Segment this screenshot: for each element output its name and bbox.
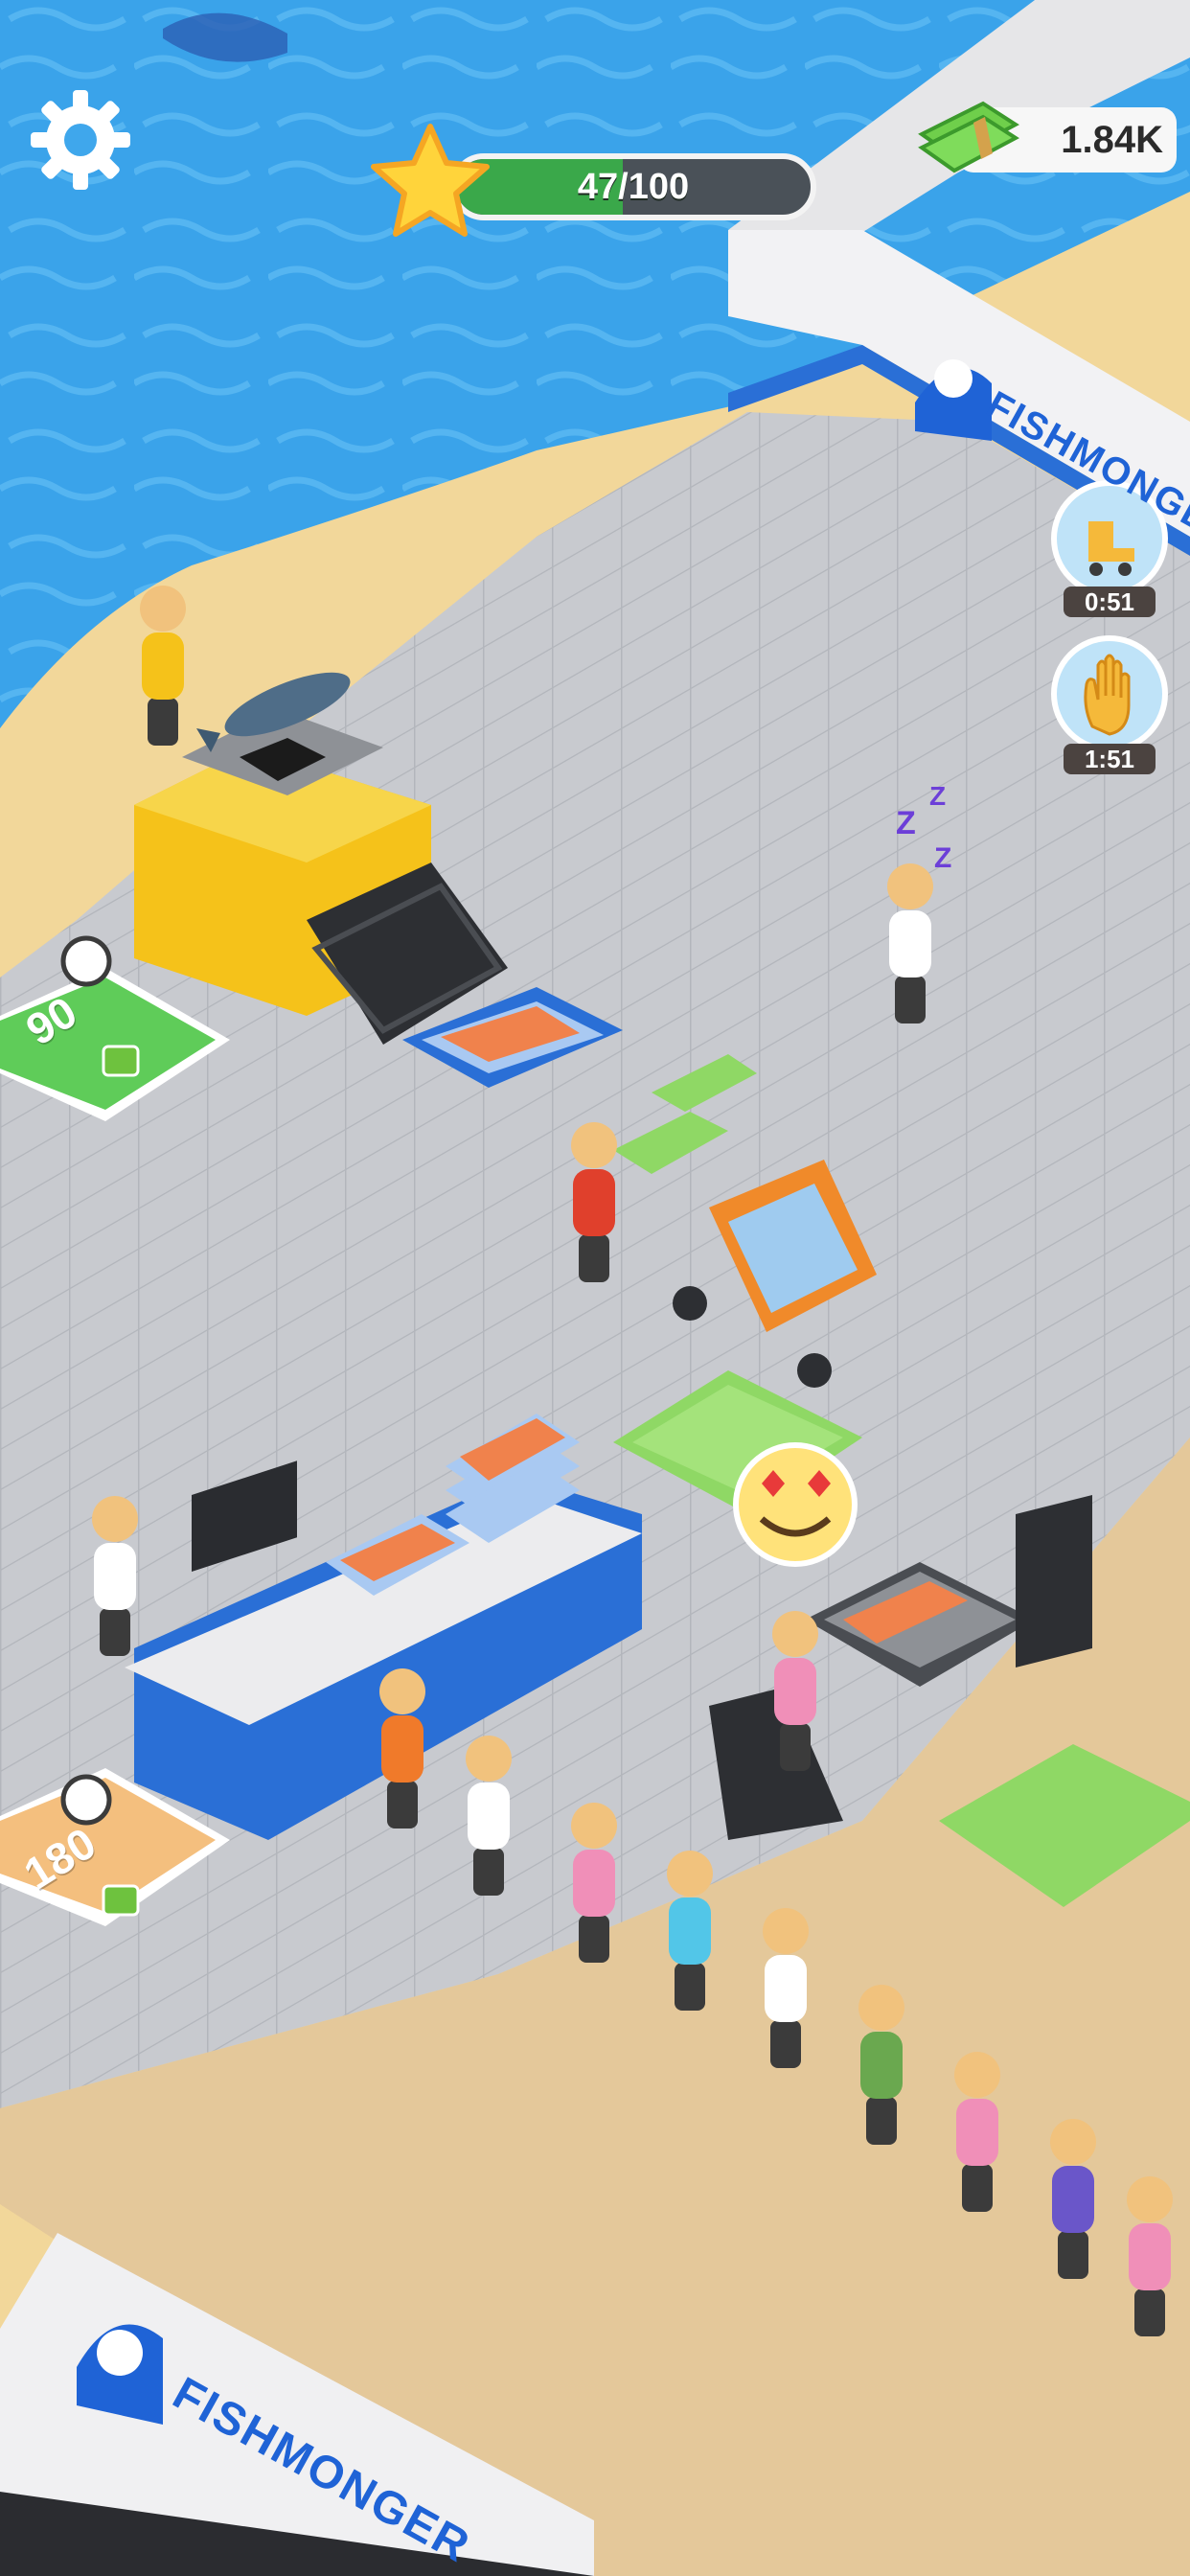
boost-hand-button[interactable] xyxy=(1050,634,1169,753)
boost-timer-0: 0:51 xyxy=(1064,586,1156,617)
svg-text:Z: Z xyxy=(934,842,951,874)
game-scene[interactable]: Z Z Z xyxy=(0,0,1190,2576)
cash-amount: 1.84K xyxy=(1061,119,1163,161)
cash-stack-icon xyxy=(916,96,1021,180)
settings-button[interactable] xyxy=(25,84,136,196)
svg-text:Z: Z xyxy=(896,805,916,841)
star-icon xyxy=(368,121,492,242)
gear-icon xyxy=(31,90,130,190)
level-progress-text: 47/100 xyxy=(577,166,690,207)
heart-eyes-emoji-icon xyxy=(733,1442,858,1567)
upgrade-timer-icon xyxy=(60,935,112,987)
boost-timer-1: 1:51 xyxy=(1064,744,1156,774)
cash-icon xyxy=(102,1884,140,1917)
upgrade-timer-icon xyxy=(60,1774,112,1826)
svg-text:Z: Z xyxy=(929,781,946,811)
cash-icon xyxy=(102,1045,140,1077)
chair xyxy=(1016,1495,1092,1668)
level-progress-bar: 47/100 xyxy=(450,153,816,220)
